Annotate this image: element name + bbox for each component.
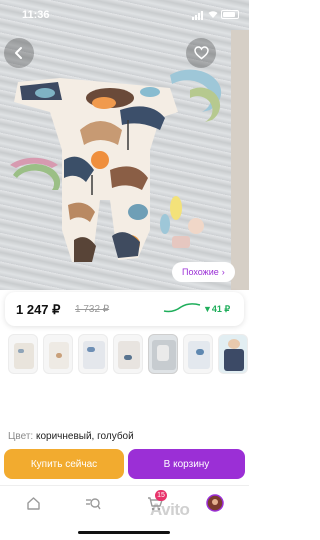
price-history-sparkline — [163, 303, 201, 313]
avito-watermark: Avito — [150, 500, 190, 519]
similar-items-chip[interactable]: Похожие › — [172, 262, 235, 282]
thumbnail[interactable] — [183, 334, 213, 374]
profile-avatar-icon — [206, 494, 224, 512]
thumbnail[interactable] — [113, 334, 143, 374]
similar-items-label: Похожие — [182, 267, 219, 277]
add-to-cart-button[interactable]: В корзину — [128, 449, 245, 479]
status-bar: 11:36 — [0, 0, 249, 30]
search-icon — [86, 497, 101, 509]
thumbnail[interactable] — [8, 334, 38, 374]
color-label: Цвет: — [8, 431, 34, 442]
heart-icon — [193, 46, 209, 60]
color-value: коричневый, голубой — [35, 431, 134, 442]
back-button[interactable] — [4, 38, 34, 68]
home-indicator — [78, 531, 170, 534]
chevron-right-icon: › — [221, 267, 225, 277]
photo-thumbnails — [8, 334, 248, 374]
favorite-button[interactable] — [186, 38, 216, 68]
tab-profile[interactable] — [206, 494, 224, 512]
home-icon — [26, 496, 40, 510]
tab-search[interactable] — [84, 494, 102, 512]
battery-icon — [221, 10, 239, 19]
status-time: 11:36 — [22, 9, 50, 21]
thumbnail[interactable] — [43, 334, 73, 374]
screen: 11:36 Похожие › 1 247 ₽ 1 732 ₽ ▼41 ₽ Цв… — [0, 0, 249, 540]
tab-home[interactable] — [24, 494, 42, 512]
color-line: Цвет: коричневый, голубой — [8, 431, 134, 442]
price-drop: ▼41 ₽ — [203, 304, 231, 314]
back-arrow-icon — [15, 47, 22, 59]
price-current: 1 247 ₽ — [16, 302, 61, 317]
price-old: 1 732 ₽ — [75, 304, 110, 315]
next-photo-edge — [231, 30, 249, 290]
wifi-icon — [208, 11, 218, 18]
thumbnail[interactable] — [78, 334, 108, 374]
cellular-signal-icon — [192, 11, 203, 20]
thumbnail[interactable] — [148, 334, 178, 374]
buy-now-button[interactable]: Купить сейчас — [4, 449, 124, 479]
price-card[interactable]: 1 247 ₽ 1 732 ₽ ▼41 ₽ — [5, 292, 244, 326]
thumbnail[interactable] — [218, 334, 248, 374]
